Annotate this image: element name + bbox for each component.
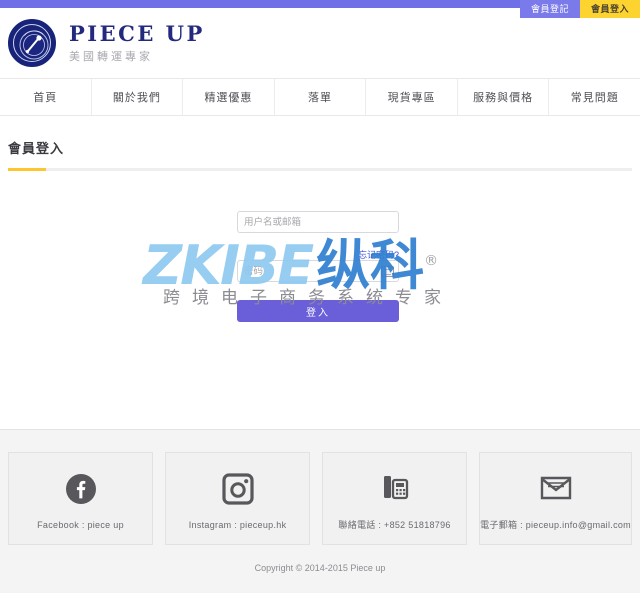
keyboard-icon[interactable] xyxy=(381,266,394,277)
site-header: PIECE UP 美國轉運專家 xyxy=(0,8,640,78)
contact-cards: Facebook : piece up Instagram : pieceup.… xyxy=(0,430,640,545)
nav-item-about-us[interactable]: 關於我們 xyxy=(91,79,184,115)
facebook-label: Facebook : piece up xyxy=(37,519,124,530)
login-form: 忘记密码? 登入 xyxy=(237,211,399,322)
contact-card-facebook[interactable]: Facebook : piece up xyxy=(8,452,154,545)
forgot-password-link[interactable]: 忘记密码? xyxy=(358,250,399,260)
member-login-label: 會員登入 xyxy=(590,4,629,14)
brand-block: PIECE UP 美國轉運專家 xyxy=(69,23,205,63)
nav-label: 精選優惠 xyxy=(204,92,253,104)
forgot-password-row: 忘记密码? xyxy=(237,245,399,260)
nav-label: 常見問題 xyxy=(570,92,619,104)
account-tabs: 會員登記 會員登入 xyxy=(519,0,640,18)
instagram-label: Instagram : pieceup.hk xyxy=(188,519,287,530)
nav-label: 落單 xyxy=(308,92,333,104)
main-navigation: 首頁 關於我們 精選優惠 落單 現貨專區 服務與價格 常見問題 xyxy=(0,78,640,116)
login-form-area: 忘记密码? 登入 ZKIBE纵科® 跨境电子商务系统专家 xyxy=(0,171,640,401)
registered-mark: ® xyxy=(424,253,438,269)
telephone-icon xyxy=(379,466,411,508)
member-register-label: 會員登記 xyxy=(530,4,569,14)
username-field[interactable] xyxy=(237,211,399,233)
facebook-icon xyxy=(65,468,97,510)
nav-label: 服務與價格 xyxy=(473,92,534,104)
password-input[interactable] xyxy=(238,261,398,281)
nav-item-faq[interactable]: 常見問題 xyxy=(549,79,640,115)
nav-item-home[interactable]: 首頁 xyxy=(0,79,92,115)
page-title-section: 會員登入 xyxy=(0,116,640,171)
site-footer: Facebook : piece up Instagram : pieceup.… xyxy=(0,429,640,593)
password-field[interactable] xyxy=(237,260,399,282)
page-title: 會員登入 xyxy=(8,141,65,156)
contact-card-instagram[interactable]: Instagram : pieceup.hk xyxy=(165,452,311,545)
nav-label: 首頁 xyxy=(33,92,58,104)
nav-label: 現貨專區 xyxy=(387,92,436,104)
telephone-label: 聯絡電話 : +852 51818796 xyxy=(338,520,451,530)
login-submit-button[interactable]: 登入 xyxy=(237,300,399,322)
email-label: 電子郵箱 : pieceup.info@gmail.com xyxy=(480,520,631,530)
brand-subtitle: 美國轉運專家 xyxy=(69,51,153,63)
nav-label: 關於我們 xyxy=(112,92,161,104)
email-icon xyxy=(539,466,573,508)
copyright-text: Copyright © 2014-2015 Piece up xyxy=(254,563,386,573)
member-login-button[interactable]: 會員登入 xyxy=(579,0,640,18)
nav-item-promotions[interactable]: 精選優惠 xyxy=(183,79,275,115)
nav-item-place-order[interactable]: 落單 xyxy=(274,79,367,115)
nav-item-in-stock[interactable]: 現貨專區 xyxy=(366,79,458,115)
username-input[interactable] xyxy=(238,212,398,232)
top-accent-bar: 會員登記 會員登入 xyxy=(0,0,640,18)
contact-card-telephone[interactable]: 聯絡電話 : +852 51818796 xyxy=(322,452,468,545)
nav-item-services-pricing[interactable]: 服務與價格 xyxy=(457,79,550,115)
piece-up-logo-icon[interactable] xyxy=(8,19,56,67)
instagram-icon xyxy=(221,468,254,510)
contact-card-email[interactable]: 電子郵箱 : pieceup.info@gmail.com xyxy=(479,452,632,545)
member-register-button[interactable]: 會員登記 xyxy=(519,0,580,18)
brand-name: PIECE UP xyxy=(69,21,205,46)
page-root: 會員登記 會員登入 PIECE UP 美國轉運專家 首頁 關於我們 精選優惠 落… xyxy=(0,0,640,593)
